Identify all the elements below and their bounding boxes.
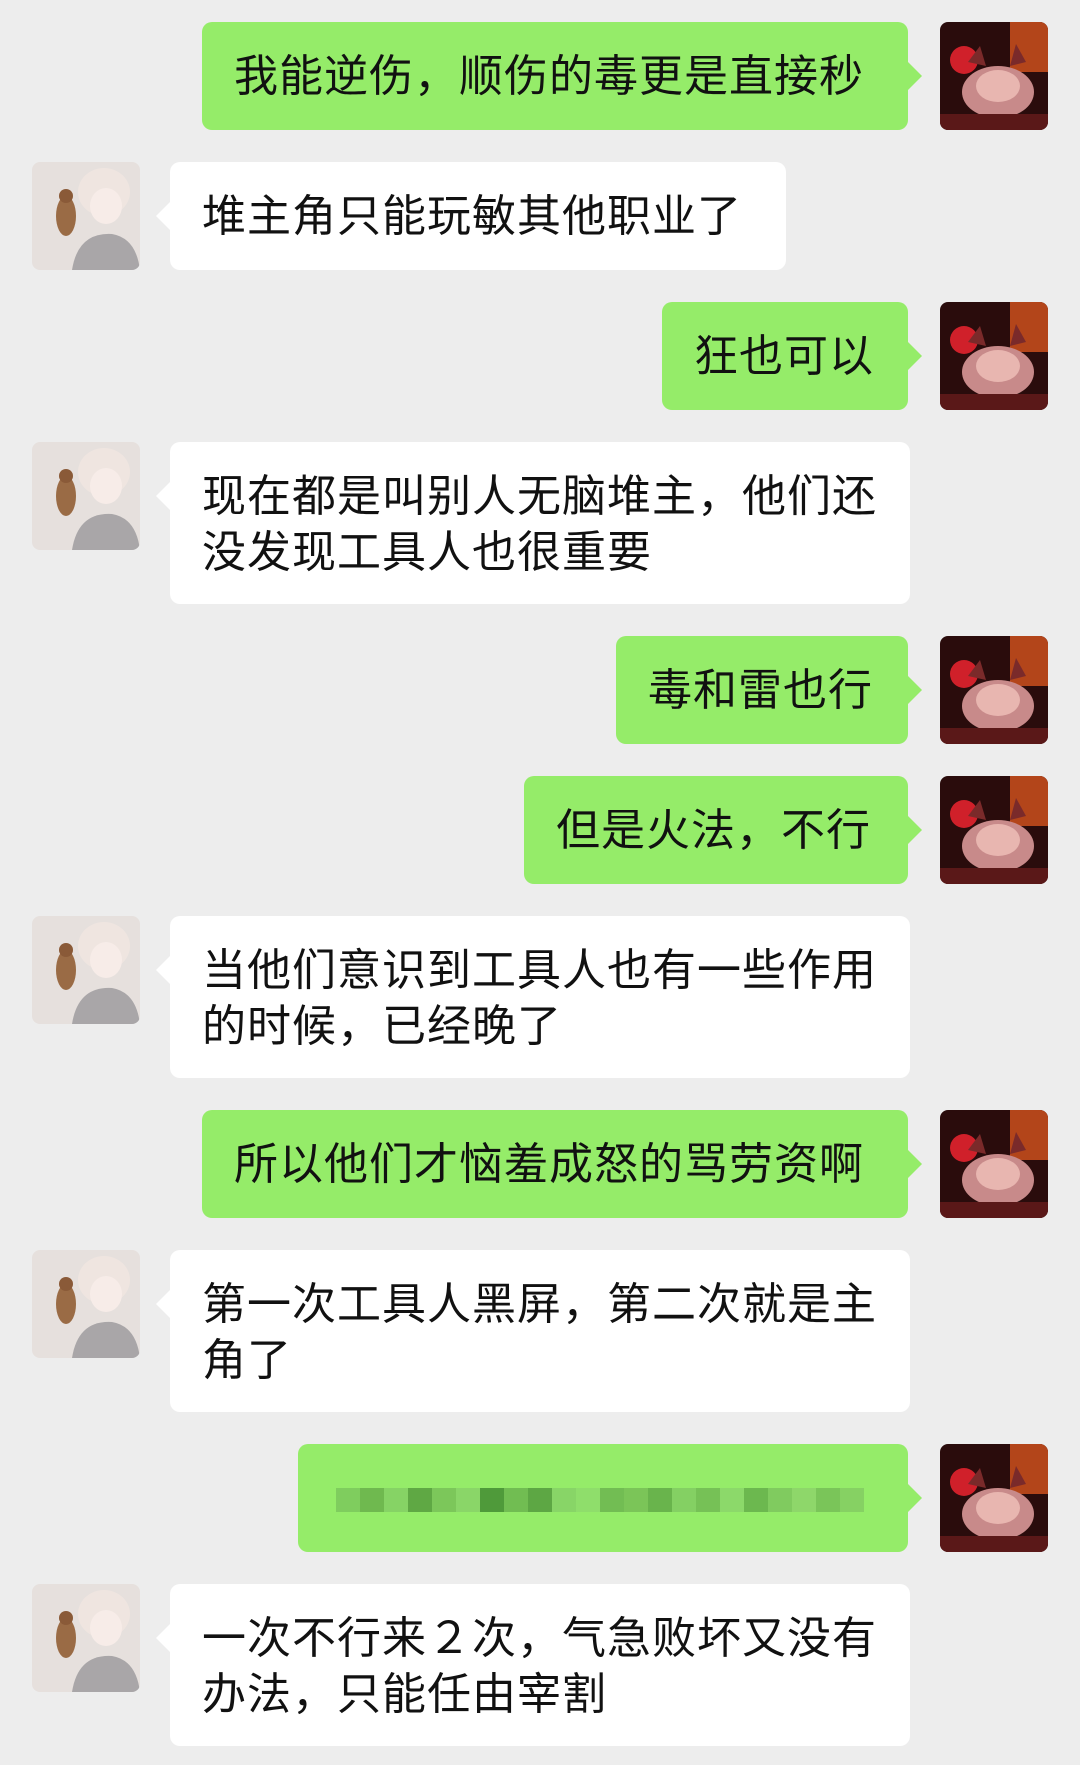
received-message-bubble[interactable]: 堆主角只能玩敏其他职业了 <box>156 162 786 270</box>
cat-demon-avatar-icon[interactable] <box>940 776 1048 884</box>
sent-message-bubble[interactable]: 狂也可以 <box>662 302 922 410</box>
received-message-bubble[interactable]: 第一次工具人黑屏，第二次就是主角了 <box>156 1250 910 1412</box>
cat-demon-avatar-icon[interactable] <box>940 22 1048 130</box>
received-message-bubble[interactable]: 一次不行来２次，气急败坏又没有办法，只能任由宰割 <box>156 1584 910 1746</box>
cat-demon-avatar-icon[interactable] <box>940 302 1048 410</box>
anime-boy-with-bird-avatar-icon[interactable] <box>32 442 140 550</box>
sent-message-bubble[interactable]: 我能逆伤，顺伤的毒更是直接秒 <box>202 22 922 130</box>
sent-message-bubble[interactable]: 所以他们才恼羞成怒的骂劳资啊 <box>202 1110 922 1218</box>
cat-demon-avatar-icon[interactable] <box>940 1444 1048 1552</box>
anime-boy-with-bird-avatar-icon[interactable] <box>32 1250 140 1358</box>
chat-window: { "colors": { "background": "#ededed", "… <box>0 0 1080 1765</box>
cat-demon-avatar-icon[interactable] <box>940 1110 1048 1218</box>
sent-message-bubble[interactable]: 但是火法，不行 <box>524 776 922 884</box>
pixelated-redaction <box>336 1488 876 1512</box>
received-message-bubble[interactable]: 现在都是叫别人无脑堆主，他们还没发现工具人也很重要 <box>156 442 910 604</box>
sent-message-bubble[interactable]: 毒和雷也行 <box>616 636 922 744</box>
anime-boy-with-bird-avatar-icon[interactable] <box>32 1584 140 1692</box>
anime-boy-with-bird-avatar-icon[interactable] <box>32 916 140 1024</box>
anime-boy-with-bird-avatar-icon[interactable] <box>32 162 140 270</box>
blurred-sent-message-bubble[interactable] <box>298 1444 922 1552</box>
cat-demon-avatar-icon[interactable] <box>940 636 1048 744</box>
received-message-bubble[interactable]: 当他们意识到工具人也有一些作用的时候，已经晚了 <box>156 916 910 1078</box>
